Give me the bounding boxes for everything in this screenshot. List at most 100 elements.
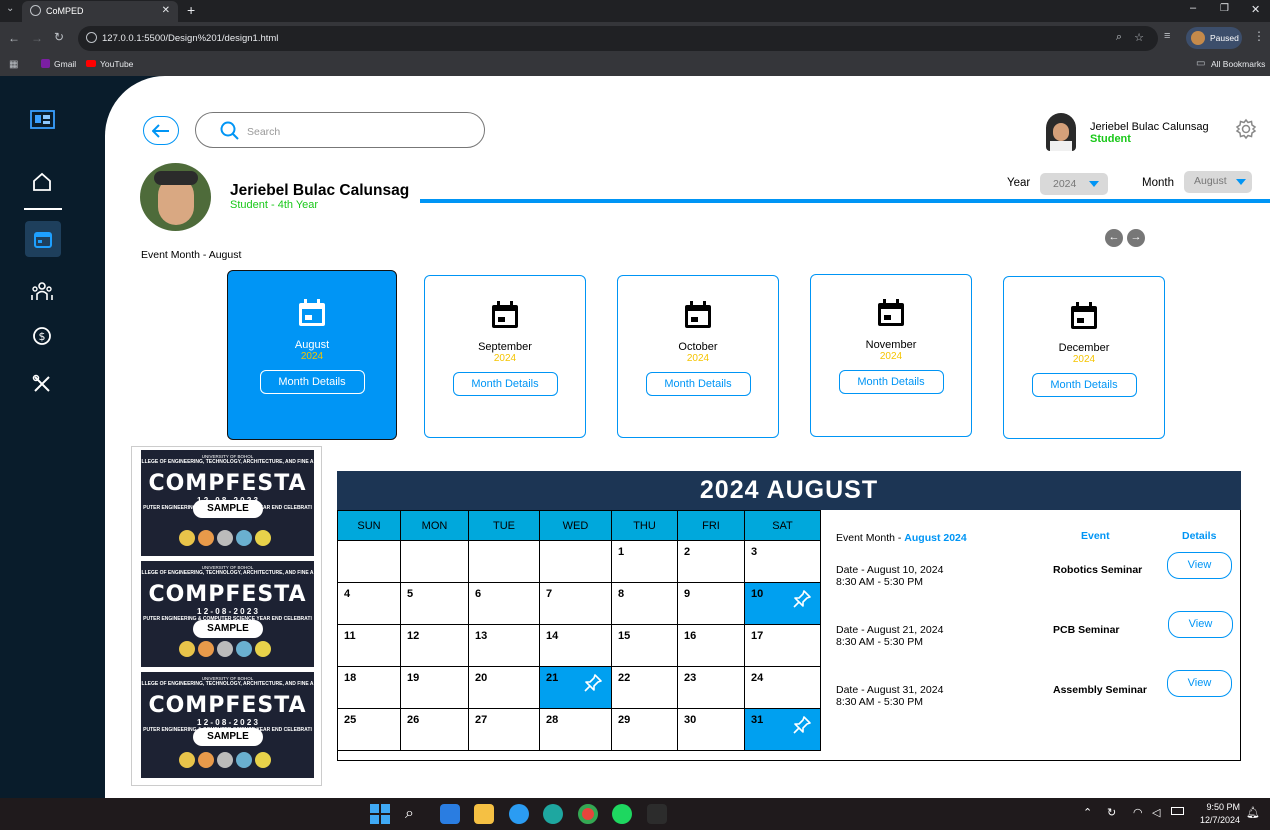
year-select[interactable]: 2024 — [1040, 173, 1108, 195]
pin-icon[interactable] — [583, 673, 603, 696]
calendar-day-cell[interactable]: 18 — [337, 666, 401, 709]
search-bar[interactable]: Search — [195, 112, 485, 148]
calendar-day-cell[interactable]: 20 — [468, 666, 540, 709]
month-details-button[interactable]: Month Details — [452, 372, 558, 396]
calendar-day-cell[interactable]: 23 — [677, 666, 745, 709]
calendar-day-cell[interactable]: 1 — [611, 540, 678, 583]
reload-icon[interactable]: ↻ — [54, 30, 64, 44]
notification-bell-icon[interactable]: 🔔︎ — [1246, 806, 1260, 819]
calendar-day-cell[interactable]: 14 — [539, 624, 612, 667]
calendar-day-cell[interactable]: 15 — [611, 624, 678, 667]
calendar-day-cell[interactable]: 6 — [468, 582, 540, 625]
nav-home[interactable] — [22, 163, 62, 201]
chrome-icon[interactable] — [578, 804, 598, 824]
event-poster[interactable]: UNIVERSITY OF BOHOL LLEGE OF ENGINEERING… — [141, 561, 314, 667]
copilot-icon[interactable] — [509, 804, 529, 824]
next-month-arrow-icon[interactable]: → — [1127, 229, 1145, 247]
header-avatar[interactable] — [1046, 113, 1076, 151]
clock-date[interactable]: 12/7/2024 — [1196, 815, 1240, 825]
browser-tab[interactable]: CoMPED ✕ — [22, 1, 178, 22]
month-select[interactable]: August — [1184, 171, 1252, 193]
new-tab-icon[interactable]: + — [187, 2, 195, 18]
close-window-icon[interactable]: ✕ — [1251, 3, 1260, 16]
bookmark-star-icon[interactable]: ☆ — [1134, 31, 1144, 44]
month-details-button[interactable]: Month Details — [1031, 373, 1137, 397]
calendar-day-cell[interactable]: 3 — [744, 540, 821, 583]
calendar-day-cell[interactable]: 21 — [539, 666, 612, 709]
calendar-day-cell[interactable]: 4 — [337, 582, 401, 625]
calendar-day-cell[interactable]: 24 — [744, 666, 821, 709]
month-card-september[interactable]: September 2024 Month Details — [424, 275, 586, 438]
store-icon[interactable] — [440, 804, 460, 824]
calendar-day-cell[interactable]: 5 — [400, 582, 469, 625]
calendar-day-cell[interactable]: 26 — [400, 708, 469, 751]
search-taskbar-icon[interactable]: ⌕ — [405, 804, 425, 824]
back-button[interactable] — [143, 116, 179, 145]
wifi-icon[interactable]: ◠ — [1133, 806, 1143, 819]
calendar-day-cell[interactable]: 19 — [400, 666, 469, 709]
month-card-december[interactable]: December 2024 Month Details — [1003, 276, 1165, 439]
calendar-day-cell[interactable]: 31 — [744, 708, 821, 751]
calendar-day-cell[interactable]: 28 — [539, 708, 612, 751]
calendar-day-cell[interactable]: 2 — [677, 540, 745, 583]
back-icon[interactable]: ← — [8, 31, 20, 45]
restore-icon[interactable]: ❐ — [1220, 3, 1229, 14]
calendar-day-cell[interactable]: 16 — [677, 624, 745, 667]
nav-payments[interactable]: $ — [22, 317, 62, 355]
site-info-icon[interactable] — [86, 32, 97, 43]
pin-icon[interactable] — [792, 589, 812, 612]
menu-kebab-icon[interactable]: ⋮ — [1253, 29, 1265, 43]
windows-start-icon[interactable] — [370, 804, 390, 824]
nav-calendar[interactable] — [25, 221, 61, 257]
month-details-button[interactable]: Month Details — [645, 372, 751, 396]
event-poster[interactable]: UNIVERSITY OF BOHOL LLEGE OF ENGINEERING… — [141, 672, 314, 778]
reading-list-icon[interactable]: ≡ — [1164, 30, 1170, 42]
calendar-day-cell[interactable]: 13 — [468, 624, 540, 667]
tray-chevron-icon[interactable]: ⌃ — [1083, 806, 1092, 819]
edge-icon[interactable] — [543, 804, 563, 824]
calendar-day-cell[interactable]: 7 — [539, 582, 612, 625]
calendar-day-cell[interactable]: 9 — [677, 582, 745, 625]
calendar-day-cell[interactable]: 8 — [611, 582, 678, 625]
view-button[interactable]: View — [1168, 611, 1233, 638]
calendar-day-cell[interactable]: 17 — [744, 624, 821, 667]
zoom-icon[interactable]: ⌕ — [1116, 31, 1122, 44]
all-bookmarks[interactable]: All Bookmarks — [1211, 59, 1265, 69]
calendar-day-cell[interactable]: 10 — [744, 582, 821, 625]
close-tab-icon[interactable]: ✕ — [162, 5, 170, 16]
figma-icon[interactable] — [647, 804, 667, 824]
volume-icon[interactable]: ◁ — [1152, 806, 1160, 819]
calendar-day-cell[interactable]: 25 — [337, 708, 401, 751]
search-input[interactable]: Search — [247, 126, 280, 138]
view-button[interactable]: View — [1167, 670, 1232, 697]
calendar-day-cell[interactable]: 27 — [468, 708, 540, 751]
event-poster[interactable]: UNIVERSITY OF BOHOL LLEGE OF ENGINEERING… — [141, 450, 314, 556]
pin-icon[interactable] — [792, 715, 812, 738]
sync-icon[interactable]: ↻ — [1107, 806, 1116, 819]
bookmark-gmail[interactable]: Gmail — [54, 59, 76, 69]
forward-icon[interactable]: → — [31, 31, 43, 45]
month-card-october[interactable]: October 2024 Month Details — [617, 275, 779, 438]
nav-people[interactable] — [22, 272, 62, 310]
file-explorer-icon[interactable] — [474, 804, 494, 824]
nav-tools[interactable] — [22, 365, 62, 403]
profile-button[interactable]: Paused — [1186, 27, 1242, 49]
prev-month-arrow-icon[interactable]: ← — [1105, 229, 1123, 247]
calendar-day-cell[interactable]: 22 — [611, 666, 678, 709]
bookmark-youtube[interactable]: YouTube — [100, 59, 133, 69]
calendar-day-cell[interactable]: 11 — [337, 624, 401, 667]
month-card-november[interactable]: November 2024 Month Details — [810, 274, 972, 437]
month-card-august[interactable]: August 2024 Month Details — [227, 270, 397, 440]
calendar-day-cell[interactable]: 29 — [611, 708, 678, 751]
month-details-button[interactable]: Month Details — [259, 370, 365, 394]
battery-icon[interactable] — [1171, 807, 1184, 815]
calendar-day-cell[interactable]: 30 — [677, 708, 745, 751]
calendar-day-cell[interactable]: 12 — [400, 624, 469, 667]
apps-grid-icon[interactable]: ▦ — [9, 59, 18, 70]
view-button[interactable]: View — [1167, 552, 1232, 579]
minimize-icon[interactable]: – — [1190, 2, 1196, 14]
clock-time[interactable]: 9:50 PM — [1196, 802, 1240, 812]
month-details-button[interactable]: Month Details — [838, 370, 944, 394]
tab-list-chevron-icon[interactable]: ⌄ — [6, 3, 14, 14]
settings-gear-icon[interactable] — [1235, 118, 1257, 140]
